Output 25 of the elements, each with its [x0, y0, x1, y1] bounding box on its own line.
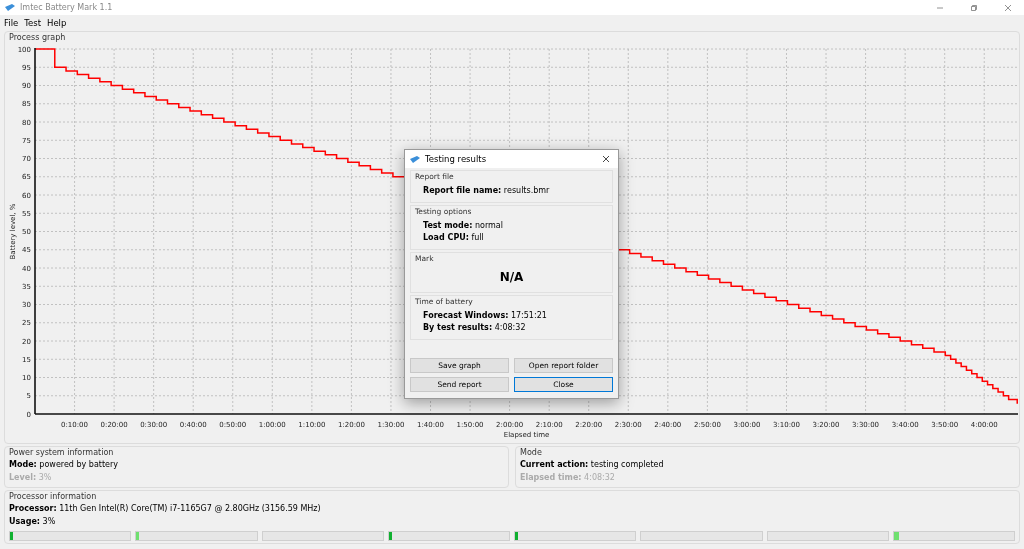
info-line: Current action: testing completed [520, 459, 665, 471]
info-line: Mode: powered by battery [9, 459, 119, 471]
info-line: Level: 3% [9, 472, 53, 484]
battery-icon [409, 154, 421, 164]
result-line: Report file name: results.bmr [423, 185, 551, 197]
result-line: Load CPU: full [423, 232, 485, 244]
info-line: Processor: 11th Gen Intel(R) Core(TM) i7-1165G7 @ 2.80GHz (3156.59 MHz) [9, 503, 322, 515]
info-line: Usage: 3% [9, 516, 57, 528]
restore-icon[interactable] [970, 3, 978, 12]
info-line: Elapsed time: 4:08:32 [520, 472, 616, 484]
dialog-title: Testing results [425, 152, 488, 166]
result-line: Test mode: normal [423, 220, 504, 232]
result-line: By test results: 4:08:32 [423, 322, 527, 334]
menu-item[interactable]: Test [24, 16, 41, 30]
window-title: Imtec Battery Mark 1.1 [20, 1, 114, 14]
group-title: Process graph [8, 32, 67, 43]
mark-value: N/A [499, 269, 524, 286]
group-title: Processor information [9, 491, 98, 502]
menu-item[interactable]: Help [47, 16, 67, 30]
menu-item[interactable]: File [4, 16, 19, 30]
result-line: Forecast Windows: 17:51:21 [423, 310, 548, 322]
group-title: Mode [520, 447, 543, 458]
battery-icon [4, 3, 16, 12]
group-title: Power system information [9, 447, 115, 458]
close-icon[interactable] [602, 155, 610, 163]
